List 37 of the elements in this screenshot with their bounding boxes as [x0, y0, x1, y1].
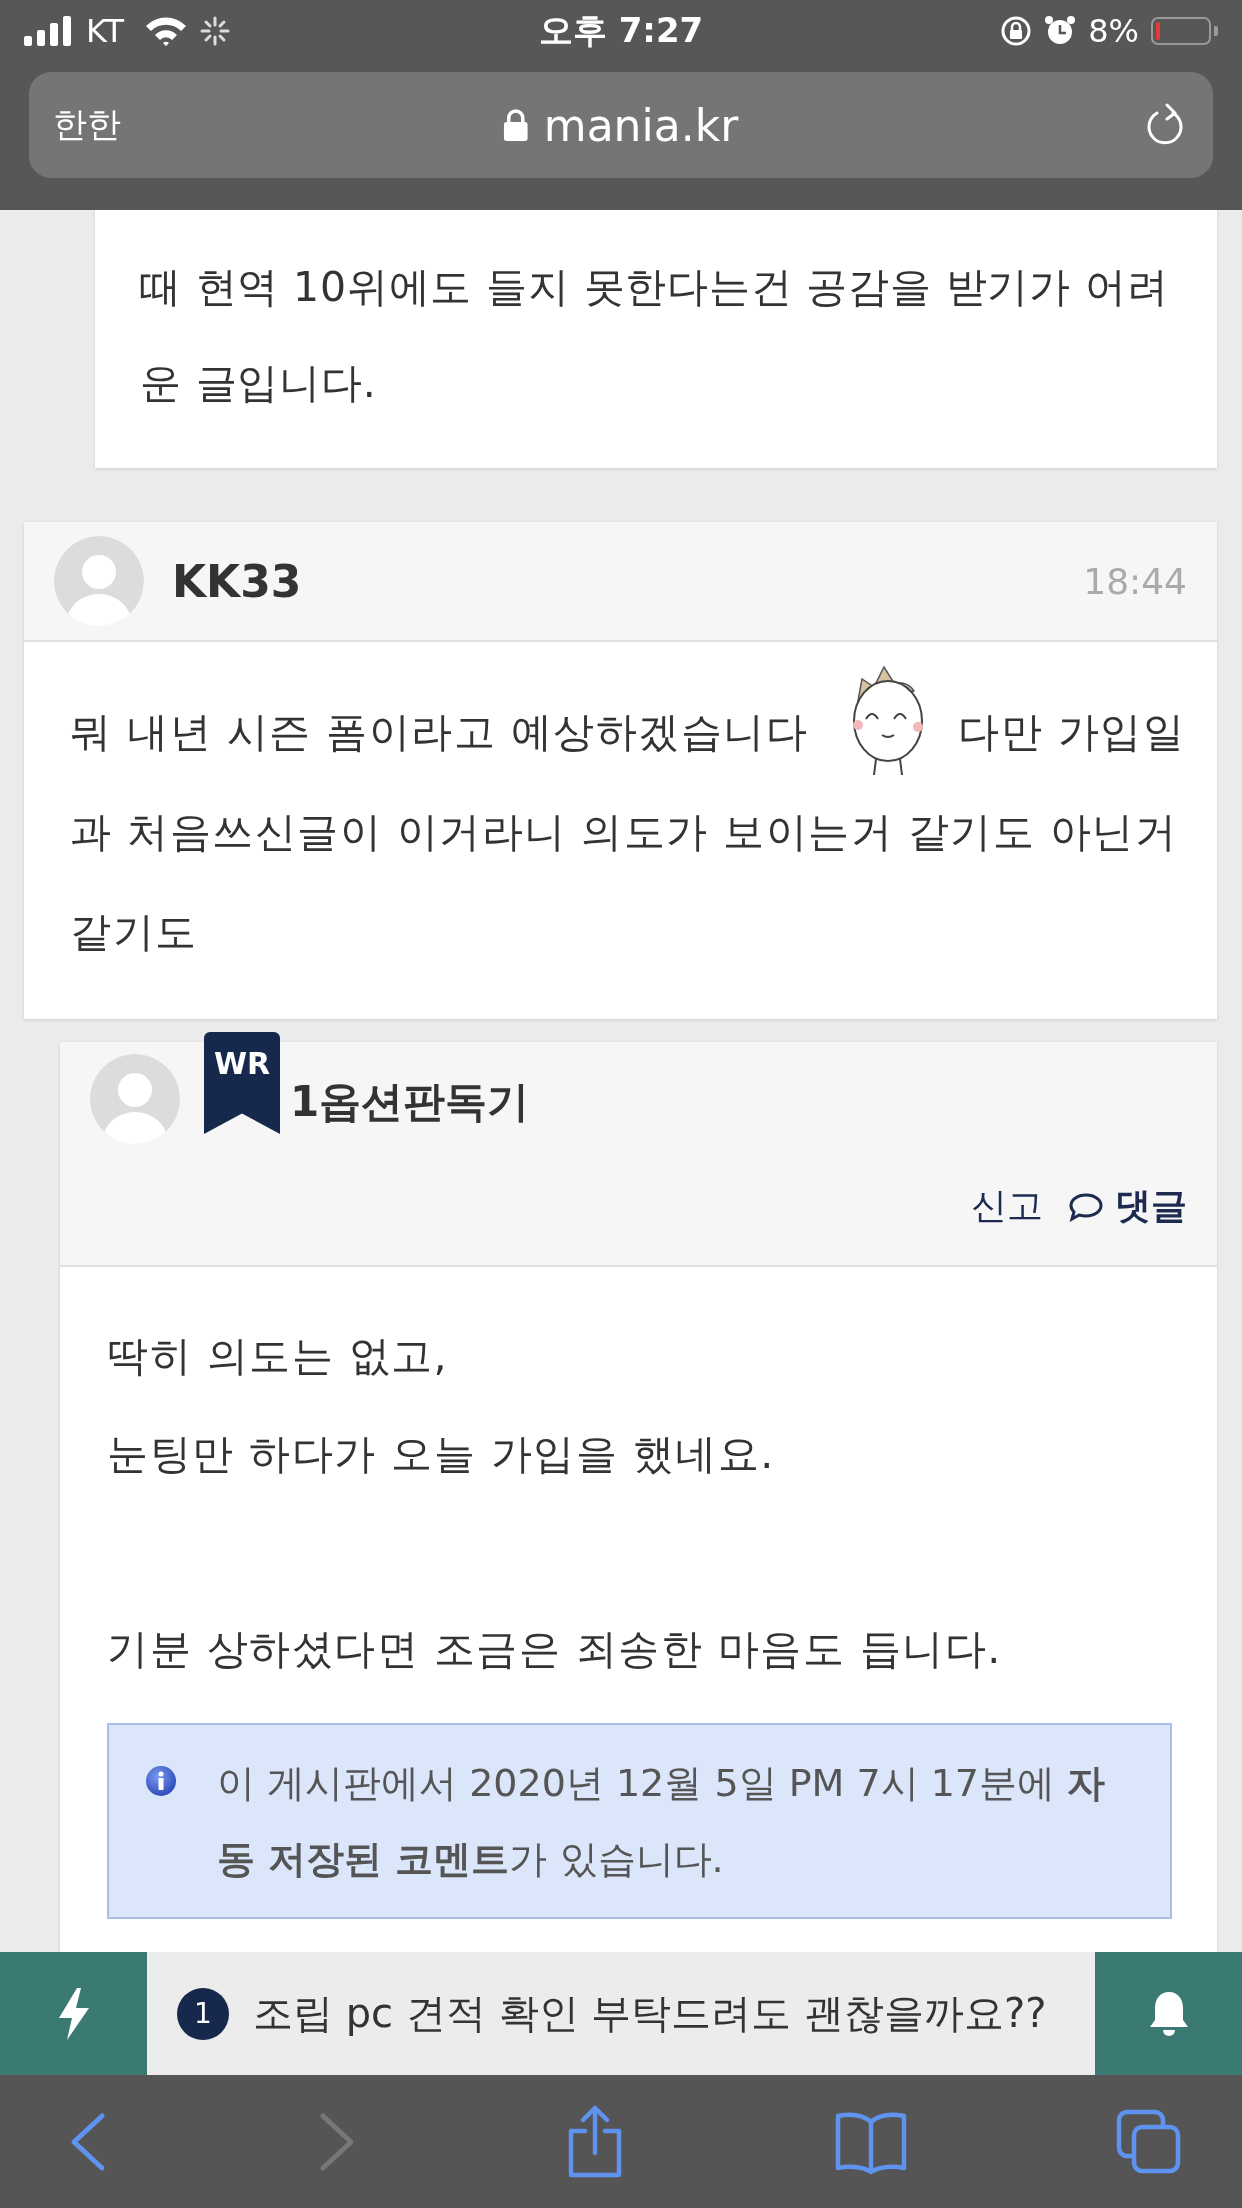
- comment-text: 기분 상하셨다면 조금은 죄송한 마음도 듭니다.: [107, 1624, 1003, 1675]
- reload-icon[interactable]: [1145, 103, 1185, 147]
- notifications-button[interactable]: [1095, 1952, 1242, 2075]
- avatar-icon: [90, 1054, 180, 1144]
- report-link[interactable]: 신고: [971, 1182, 1043, 1231]
- notice-text: 이 게시판에서 2020년 12월 5일 PM 7시 17분에 자동 저장된 코멘트가 있습니다.: [217, 1760, 1107, 1883]
- lock-icon: [503, 109, 528, 141]
- url-text: mania.kr: [543, 99, 739, 151]
- battery-percentage: 8%: [1088, 12, 1139, 50]
- comment-text: 때 현역 10위에도 들지 못한다는건 공감을 받기가 어려운 글입니다.: [140, 262, 1170, 409]
- author-name[interactable]: 1옵션판독기: [290, 1074, 530, 1130]
- notification-count: 1: [177, 1987, 229, 2040]
- info-icon: [145, 1765, 177, 1797]
- battery-icon: [1151, 17, 1218, 45]
- comment-time: 18:44: [1083, 560, 1187, 602]
- carrier-name: KT: [86, 12, 125, 50]
- loading-icon: [200, 16, 231, 46]
- alarm-icon: [1044, 15, 1077, 47]
- writer-badge: WR: [204, 1032, 280, 1134]
- notification-text: 조립 pc 견적 확인 부탁드려도 괜찮을까요??: [253, 1989, 1047, 2038]
- bookmarks-button[interactable]: [833, 2109, 908, 2174]
- lightning-icon: [56, 1987, 91, 2040]
- comment-text: 뭐 내년 시즌 폼이라고 예상하겠습니다 다만 가입일과 처음쓰신글이 이거라니 의도가 보이는거 같기도 아닌거 같기도: [24, 642, 1217, 1019]
- comment-text: 딱히 의도는 없고,: [107, 1331, 450, 1382]
- avatar-icon: [54, 536, 144, 626]
- reply-link[interactable]: 댓글: [1115, 1182, 1187, 1231]
- tabs-button[interactable]: [1116, 2108, 1182, 2175]
- wifi-icon: [144, 15, 189, 47]
- rotation-lock-icon: [1000, 15, 1033, 47]
- author-name[interactable]: KK33: [172, 555, 1084, 607]
- clock-time: 오후 7:27: [538, 9, 704, 52]
- signal-icon: [24, 16, 74, 46]
- quick-menu-button[interactable]: [0, 1952, 147, 2075]
- speech-bubble-icon: [1069, 1191, 1103, 1222]
- comment-text: 눈팅만 하다가 오늘 가입을 했네요.: [107, 1429, 776, 1480]
- text-size-button[interactable]: 한한: [53, 102, 121, 148]
- address-bar[interactable]: 한한 mania.kr: [29, 72, 1213, 178]
